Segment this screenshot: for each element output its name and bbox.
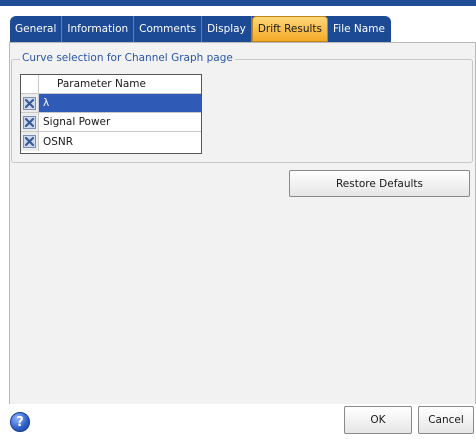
delete-x-icon xyxy=(23,115,36,129)
column-header-parameter-name: Parameter Name xyxy=(57,78,146,90)
group-legend: Curve selection for Channel Graph page xyxy=(20,52,235,64)
delete-x-icon xyxy=(23,135,36,148)
grid-corner xyxy=(21,75,39,93)
parameter-name-cell[interactable]: Signal Power xyxy=(39,113,201,131)
remove-row-button[interactable] xyxy=(21,94,39,112)
delete-x-icon xyxy=(23,96,36,110)
cancel-button[interactable]: Cancel xyxy=(418,406,474,434)
tab-information[interactable]: Information xyxy=(62,16,135,42)
table-row[interactable]: Signal Power xyxy=(21,113,201,132)
tab-comments[interactable]: Comments xyxy=(134,16,203,42)
table-row[interactable]: λ xyxy=(21,94,201,113)
remove-row-button[interactable] xyxy=(21,132,39,151)
table-row[interactable]: OSNR xyxy=(21,132,201,151)
tab-display[interactable]: Display xyxy=(202,16,252,42)
parameter-name-cell[interactable]: OSNR xyxy=(39,132,201,151)
tab-file-name[interactable]: File Name xyxy=(328,16,390,42)
tab-drift-results[interactable]: Drift Results xyxy=(251,16,329,42)
tab-strip: General Information Comments Display Dri… xyxy=(10,16,391,42)
tab-general[interactable]: General xyxy=(10,16,63,42)
grid-header-row: Parameter Name xyxy=(21,75,201,94)
restore-defaults-button[interactable]: Restore Defaults xyxy=(289,170,470,197)
parameter-name-cell[interactable]: λ xyxy=(39,94,201,112)
ok-button[interactable]: OK xyxy=(344,406,412,434)
parameter-grid: Parameter Name λ Signal Power OSNR xyxy=(20,74,202,154)
remove-row-button[interactable] xyxy=(21,113,39,131)
title-bar xyxy=(0,0,476,6)
help-icon[interactable]: ? xyxy=(10,412,30,432)
